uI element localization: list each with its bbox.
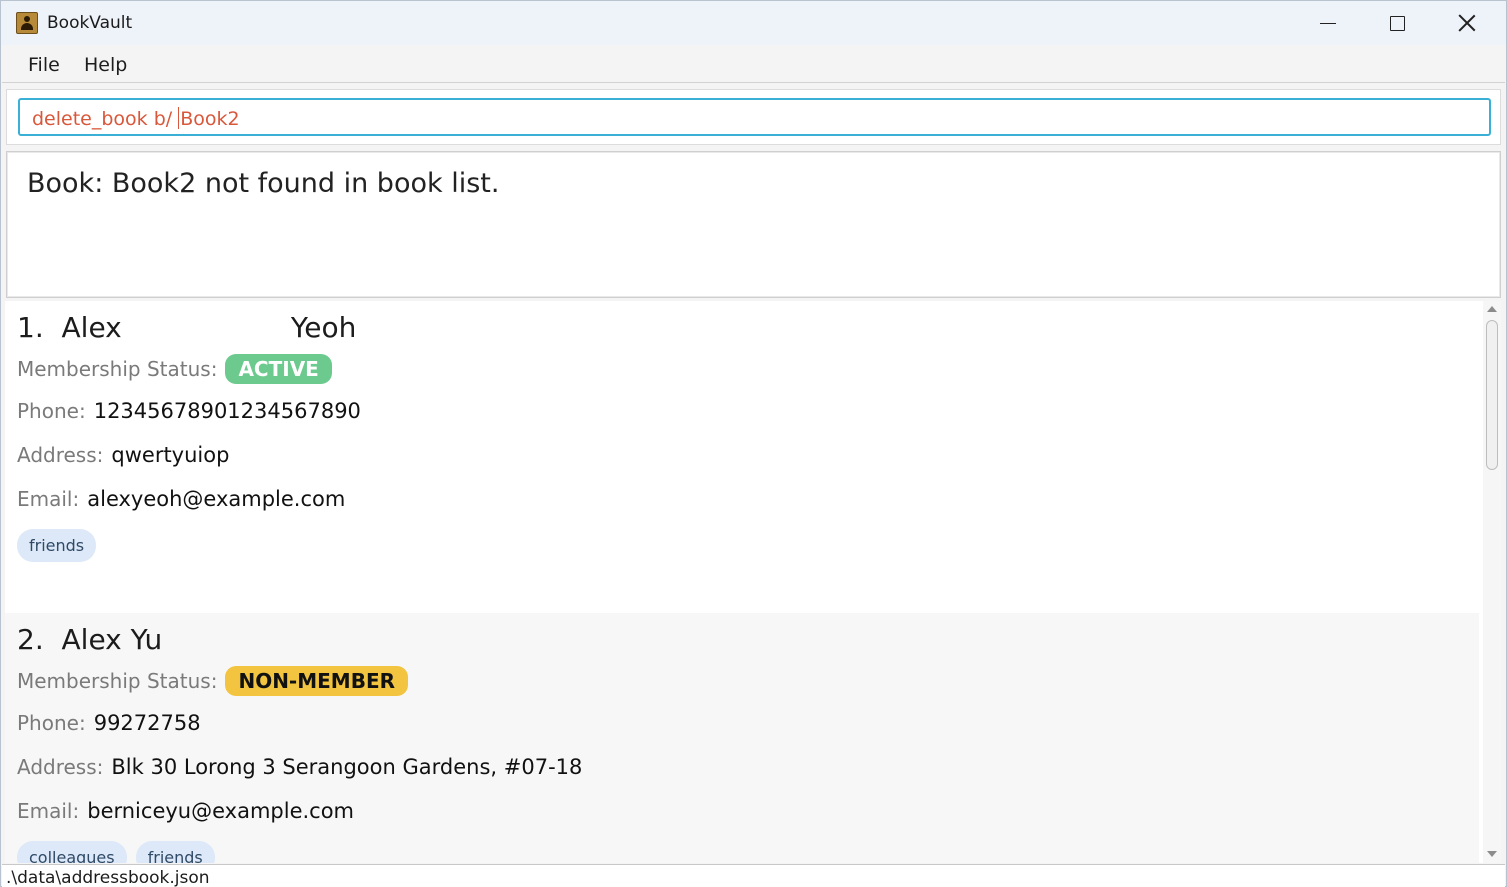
- menu-help[interactable]: Help: [84, 54, 127, 76]
- email-row: Email: berniceyu@example.com: [17, 799, 354, 823]
- address-label: Address:: [17, 755, 104, 779]
- save-file-path: .\data\addressbook.json: [6, 868, 210, 887]
- maximize-button[interactable]: [1362, 1, 1432, 45]
- phone-row: Phone: 99272758: [17, 711, 201, 735]
- app-book-icon: [16, 12, 38, 34]
- membership-status-row: Membership Status: NON-MEMBER: [17, 666, 409, 696]
- person-name: 2. Alex Yu: [17, 623, 163, 656]
- address-value: qwertyuiop: [111, 443, 230, 467]
- tag-friends: friends: [17, 529, 97, 562]
- result-message: Book: Book2 not found in book list.: [27, 168, 500, 199]
- address-row: Address: Blk 30 Lorong 3 Serangoon Garde…: [17, 755, 582, 779]
- status-badge: ACTIVE: [225, 354, 332, 384]
- person-list[interactable]: 1. Alex Yeoh Membership Status: ACTIVE P…: [5, 301, 1501, 863]
- menu-bar: File Help: [2, 45, 1505, 83]
- window-title: BookVault: [47, 13, 133, 33]
- minimize-icon: [1320, 22, 1336, 24]
- close-icon: [1458, 14, 1476, 32]
- command-text-after-caret: Book2: [180, 108, 240, 130]
- status-bar: .\data\addressbook.json: [2, 864, 1505, 887]
- minimize-button[interactable]: [1293, 1, 1363, 45]
- tag-friends: friends: [135, 841, 215, 863]
- tag-list: colleagues friends: [17, 841, 215, 863]
- phone-value: 99272758: [93, 711, 201, 735]
- result-display: Book: Book2 not found in book list.: [6, 151, 1501, 298]
- email-label: Email:: [17, 799, 80, 823]
- command-input[interactable]: delete_book b/ Book2: [18, 98, 1491, 136]
- maximize-icon: [1389, 15, 1405, 31]
- menu-file[interactable]: File: [28, 54, 60, 76]
- command-text: delete_book b/ Book2: [32, 107, 240, 130]
- phone-label: Phone:: [17, 711, 86, 735]
- command-text-before-caret: delete_book b/: [32, 108, 179, 130]
- phone-label: Phone:: [17, 399, 86, 423]
- phone-row: Phone: 12345678901234567890: [17, 399, 361, 423]
- person-name: 1. Alex Yeoh: [17, 311, 357, 344]
- close-button[interactable]: [1432, 1, 1502, 45]
- email-value: berniceyu@example.com: [87, 799, 355, 823]
- status-badge: NON-MEMBER: [225, 666, 409, 696]
- address-label: Address:: [17, 443, 104, 467]
- address-row: Address: qwertyuiop: [17, 443, 229, 467]
- membership-status-label: Membership Status:: [17, 357, 218, 381]
- person-card[interactable]: 2. Alex Yu Membership Status: NON-MEMBER…: [5, 613, 1479, 863]
- email-label: Email:: [17, 487, 80, 511]
- list-scrollbar[interactable]: [1483, 301, 1501, 863]
- email-row: Email: alexyeoh@example.com: [17, 487, 345, 511]
- tag-colleagues: colleagues: [17, 841, 127, 863]
- scrollbar-thumb[interactable]: [1486, 320, 1498, 470]
- address-value: Blk 30 Lorong 3 Serangoon Gardens, #07-1…: [111, 755, 583, 779]
- email-value: alexyeoh@example.com: [87, 487, 346, 511]
- person-card[interactable]: 1. Alex Yeoh Membership Status: ACTIVE P…: [5, 301, 1479, 613]
- phone-value: 12345678901234567890: [93, 399, 361, 423]
- membership-status-label: Membership Status:: [17, 669, 218, 693]
- command-box-pane: delete_book b/ Book2: [6, 89, 1501, 145]
- app-window: BookVault File Help delete_book b/ Book2…: [0, 0, 1507, 887]
- tag-list: friends: [17, 529, 97, 562]
- membership-status-row: Membership Status: ACTIVE: [17, 354, 332, 384]
- title-bar[interactable]: BookVault: [1, 1, 1506, 45]
- scroll-up-arrow-icon[interactable]: [1487, 306, 1497, 312]
- scroll-down-arrow-icon[interactable]: [1487, 851, 1497, 857]
